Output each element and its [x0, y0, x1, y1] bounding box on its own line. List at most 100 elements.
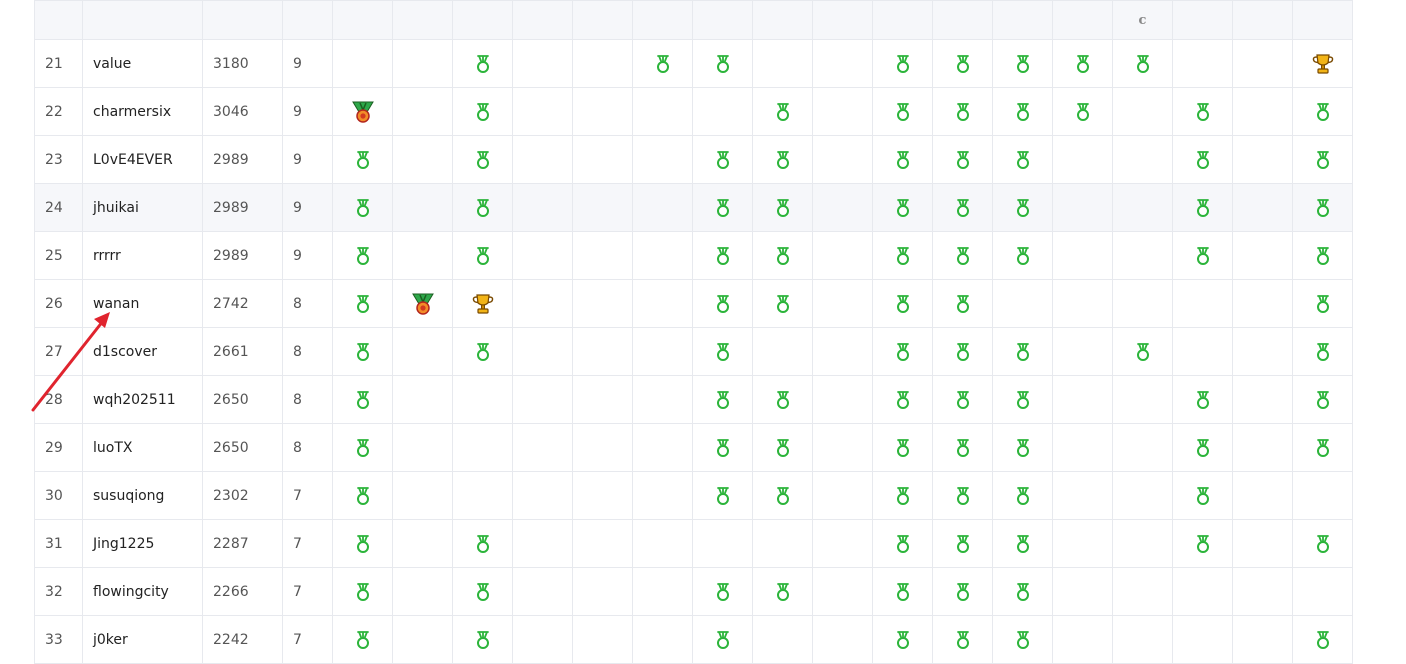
challenge-cell	[932, 87, 993, 136]
challenge-cell	[1172, 183, 1233, 232]
challenge-cell	[1112, 327, 1173, 376]
header-cell	[512, 0, 573, 40]
medal-outline-icon	[772, 390, 794, 409]
medal-outline-icon	[472, 534, 494, 553]
medal-outline-icon	[952, 438, 974, 457]
challenge-cell	[1292, 87, 1353, 136]
challenge-cell	[332, 519, 393, 568]
challenge-cell	[1232, 87, 1293, 136]
challenge-cell	[332, 615, 393, 664]
challenge-cell	[692, 327, 753, 376]
challenge-cell	[992, 231, 1053, 280]
trophy-icon	[1310, 53, 1336, 74]
challenge-cell	[1112, 135, 1173, 184]
challenge-cell	[1292, 471, 1353, 520]
challenge-cell	[812, 39, 873, 88]
challenge-cell	[1232, 135, 1293, 184]
challenge-cell	[452, 279, 513, 328]
score-cell: 2650	[202, 423, 283, 472]
score-cell: 2302	[202, 471, 283, 520]
team-name: wanan	[82, 279, 203, 328]
challenge-cell	[332, 471, 393, 520]
challenge-cell	[812, 375, 873, 424]
medal-outline-icon	[1072, 54, 1094, 73]
challenge-cell	[812, 615, 873, 664]
challenge-cell	[992, 135, 1053, 184]
challenge-cell	[332, 39, 393, 88]
medal-outline-icon	[472, 150, 494, 169]
medal-outline-icon	[1012, 390, 1034, 409]
challenge-cell	[1292, 231, 1353, 280]
medal-outline-icon	[712, 582, 734, 601]
challenge-cell	[392, 183, 453, 232]
challenge-cell	[332, 279, 393, 328]
medal-outline-icon	[1192, 438, 1214, 457]
solved-count: 9	[282, 39, 333, 88]
challenge-cell	[392, 279, 453, 328]
challenge-cell	[752, 231, 813, 280]
medal-outline-icon	[1072, 102, 1094, 121]
header-cell	[282, 0, 333, 40]
challenge-cell	[812, 183, 873, 232]
challenge-cell	[812, 471, 873, 520]
table-row: 24 jhuikai 2989 9	[34, 183, 1353, 232]
medal-outline-icon	[772, 198, 794, 217]
challenge-cell	[452, 615, 513, 664]
challenge-cell	[332, 375, 393, 424]
medal-outline-icon	[472, 582, 494, 601]
challenge-cell	[1292, 423, 1353, 472]
challenge-cell	[932, 135, 993, 184]
challenge-cell	[572, 135, 633, 184]
challenge-cell	[692, 423, 753, 472]
challenge-cell	[632, 615, 693, 664]
challenge-cell	[572, 279, 633, 328]
challenge-cell	[812, 231, 873, 280]
challenge-cell	[872, 87, 933, 136]
score-cell: 3180	[202, 39, 283, 88]
challenge-cell	[752, 39, 813, 88]
header-cell	[452, 0, 513, 40]
challenge-cell	[1172, 279, 1233, 328]
challenge-cell	[692, 231, 753, 280]
scoreboard-body: 21 value 3180 9 22 charmersix 3046 9 23 L0vE4EVER…	[34, 39, 1353, 664]
medal-outline-icon	[1192, 534, 1214, 553]
score-cell: 2989	[202, 231, 283, 280]
rank-cell: 22	[34, 87, 83, 136]
challenge-cell	[1292, 279, 1353, 328]
medal-outline-icon	[352, 294, 374, 313]
header-cell	[752, 0, 813, 40]
rank-cell: 32	[34, 567, 83, 616]
score-cell: 2742	[202, 279, 283, 328]
challenge-cell	[1052, 279, 1113, 328]
challenge-cell	[872, 375, 933, 424]
challenge-cell	[872, 231, 933, 280]
scoreboard-table: c 21 value 3180 9 22 charmersix 3046 9 23 L0vE4EV…	[34, 0, 1353, 664]
medal-outline-icon	[472, 630, 494, 649]
medal-outline-icon	[772, 294, 794, 313]
challenge-cell	[872, 471, 933, 520]
challenge-cell	[992, 423, 1053, 472]
table-row: 27 d1scover 2661 8	[34, 327, 1353, 376]
challenge-cell	[932, 39, 993, 88]
challenge-cell	[872, 423, 933, 472]
challenge-cell	[332, 87, 393, 136]
medal-outline-icon	[1312, 150, 1334, 169]
challenge-cell	[1172, 327, 1233, 376]
challenge-cell	[572, 471, 633, 520]
challenge-cell	[992, 183, 1053, 232]
challenge-cell	[332, 135, 393, 184]
challenge-cell	[1112, 87, 1173, 136]
challenge-cell	[1112, 615, 1173, 664]
medal-outline-icon	[712, 150, 734, 169]
challenge-cell	[812, 327, 873, 376]
medal-outline-icon	[472, 54, 494, 73]
challenge-cell	[632, 39, 693, 88]
challenge-cell	[572, 519, 633, 568]
challenge-cell	[752, 567, 813, 616]
challenge-cell	[632, 87, 693, 136]
medal-outline-icon	[712, 390, 734, 409]
challenge-cell	[332, 231, 393, 280]
medal-outline-icon	[352, 630, 374, 649]
medal-outline-icon	[952, 630, 974, 649]
challenge-cell	[392, 87, 453, 136]
